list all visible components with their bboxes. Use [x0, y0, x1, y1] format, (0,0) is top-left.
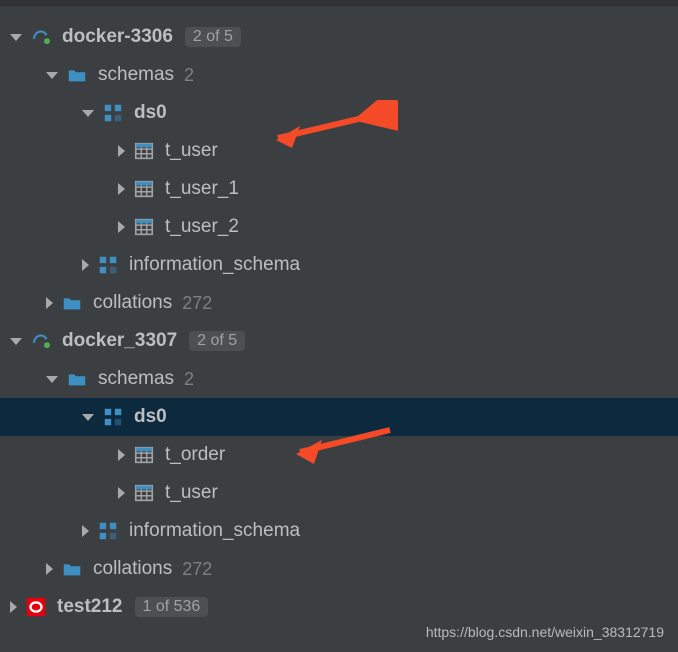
chevron-right-icon[interactable] [82, 259, 89, 271]
tree-row-ds0-3307[interactable]: ds0 [0, 398, 678, 436]
node-label: information_schema [129, 254, 300, 276]
node-label: t_user [165, 482, 218, 504]
chevron-down-icon[interactable] [46, 376, 58, 383]
chevron-down-icon[interactable] [10, 338, 22, 345]
schema-icon [102, 406, 124, 428]
node-label: information_schema [129, 520, 300, 542]
folder-icon [66, 368, 88, 390]
tree-row-t-order-3307[interactable]: t_order [0, 436, 678, 474]
tree-row-information-schema-3307[interactable]: information_schema [0, 512, 678, 550]
table-icon [133, 178, 155, 200]
filter-badge[interactable]: 1 of 536 [135, 597, 209, 617]
count-badge: 2 [184, 369, 194, 390]
node-label: docker_3307 [62, 330, 177, 352]
node-label: t_order [165, 444, 225, 466]
chevron-right-icon[interactable] [10, 601, 17, 613]
tree-row-schemas-3307[interactable]: schemas 2 [0, 360, 678, 398]
oracle-icon [25, 596, 47, 618]
table-icon [133, 444, 155, 466]
chevron-right-icon[interactable] [118, 183, 125, 195]
schema-icon [97, 254, 119, 276]
table-icon [133, 482, 155, 504]
tree-row-ds0-3306[interactable]: ds0 [0, 94, 678, 132]
database-tree: docker-3306 2 of 5 schemas 2 ds0 t_user t_user… [0, 6, 678, 626]
mysql-icon [30, 330, 52, 352]
tree-row-information-schema-3306[interactable]: information_schema [0, 246, 678, 284]
count-badge: 2 [184, 65, 194, 86]
tree-row-t-user-3306[interactable]: t_user [0, 132, 678, 170]
node-label: docker-3306 [62, 26, 173, 48]
chevron-right-icon[interactable] [118, 449, 125, 461]
tree-row-db-docker-3306[interactable]: docker-3306 2 of 5 [0, 18, 678, 56]
folder-icon [66, 64, 88, 86]
folder-icon [61, 292, 83, 314]
node-label: t_user_1 [165, 178, 239, 200]
chevron-down-icon[interactable] [82, 414, 94, 421]
tree-row-t-user-3307[interactable]: t_user [0, 474, 678, 512]
node-label: schemas [98, 64, 174, 86]
node-label: ds0 [134, 406, 167, 428]
tree-row-collations-3307[interactable]: collations 272 [0, 550, 678, 588]
count-badge: 272 [182, 293, 212, 314]
chevron-right-icon[interactable] [118, 221, 125, 233]
node-label: schemas [98, 368, 174, 390]
watermark-text: https://blog.csdn.net/weixin_38312719 [426, 624, 664, 640]
node-label: collations [93, 558, 172, 580]
chevron-right-icon[interactable] [118, 487, 125, 499]
chevron-right-icon[interactable] [46, 297, 53, 309]
tree-row-db-docker-3307[interactable]: docker_3307 2 of 5 [0, 322, 678, 360]
chevron-down-icon[interactable] [46, 72, 58, 79]
schema-icon [102, 102, 124, 124]
chevron-right-icon[interactable] [118, 145, 125, 157]
chevron-right-icon[interactable] [82, 525, 89, 537]
filter-badge[interactable]: 2 of 5 [189, 331, 245, 351]
node-label: test212 [57, 596, 123, 618]
node-label: t_user_2 [165, 216, 239, 238]
chevron-right-icon[interactable] [46, 563, 53, 575]
table-icon [133, 216, 155, 238]
node-label: collations [93, 292, 172, 314]
node-label: ds0 [134, 102, 167, 124]
filter-badge[interactable]: 2 of 5 [185, 27, 241, 47]
folder-icon [61, 558, 83, 580]
tree-row-schemas-3306[interactable]: schemas 2 [0, 56, 678, 94]
chevron-down-icon[interactable] [82, 110, 94, 117]
node-label: t_user [165, 140, 218, 162]
tree-row-db-test212[interactable]: test212 1 of 536 [0, 588, 678, 626]
tree-row-t-user-2-3306[interactable]: t_user_2 [0, 208, 678, 246]
table-icon [133, 140, 155, 162]
chevron-down-icon[interactable] [10, 34, 22, 41]
tree-row-t-user-1-3306[interactable]: t_user_1 [0, 170, 678, 208]
tree-row-collations-3306[interactable]: collations 272 [0, 284, 678, 322]
mysql-icon [30, 26, 52, 48]
schema-icon [97, 520, 119, 542]
count-badge: 272 [182, 559, 212, 580]
